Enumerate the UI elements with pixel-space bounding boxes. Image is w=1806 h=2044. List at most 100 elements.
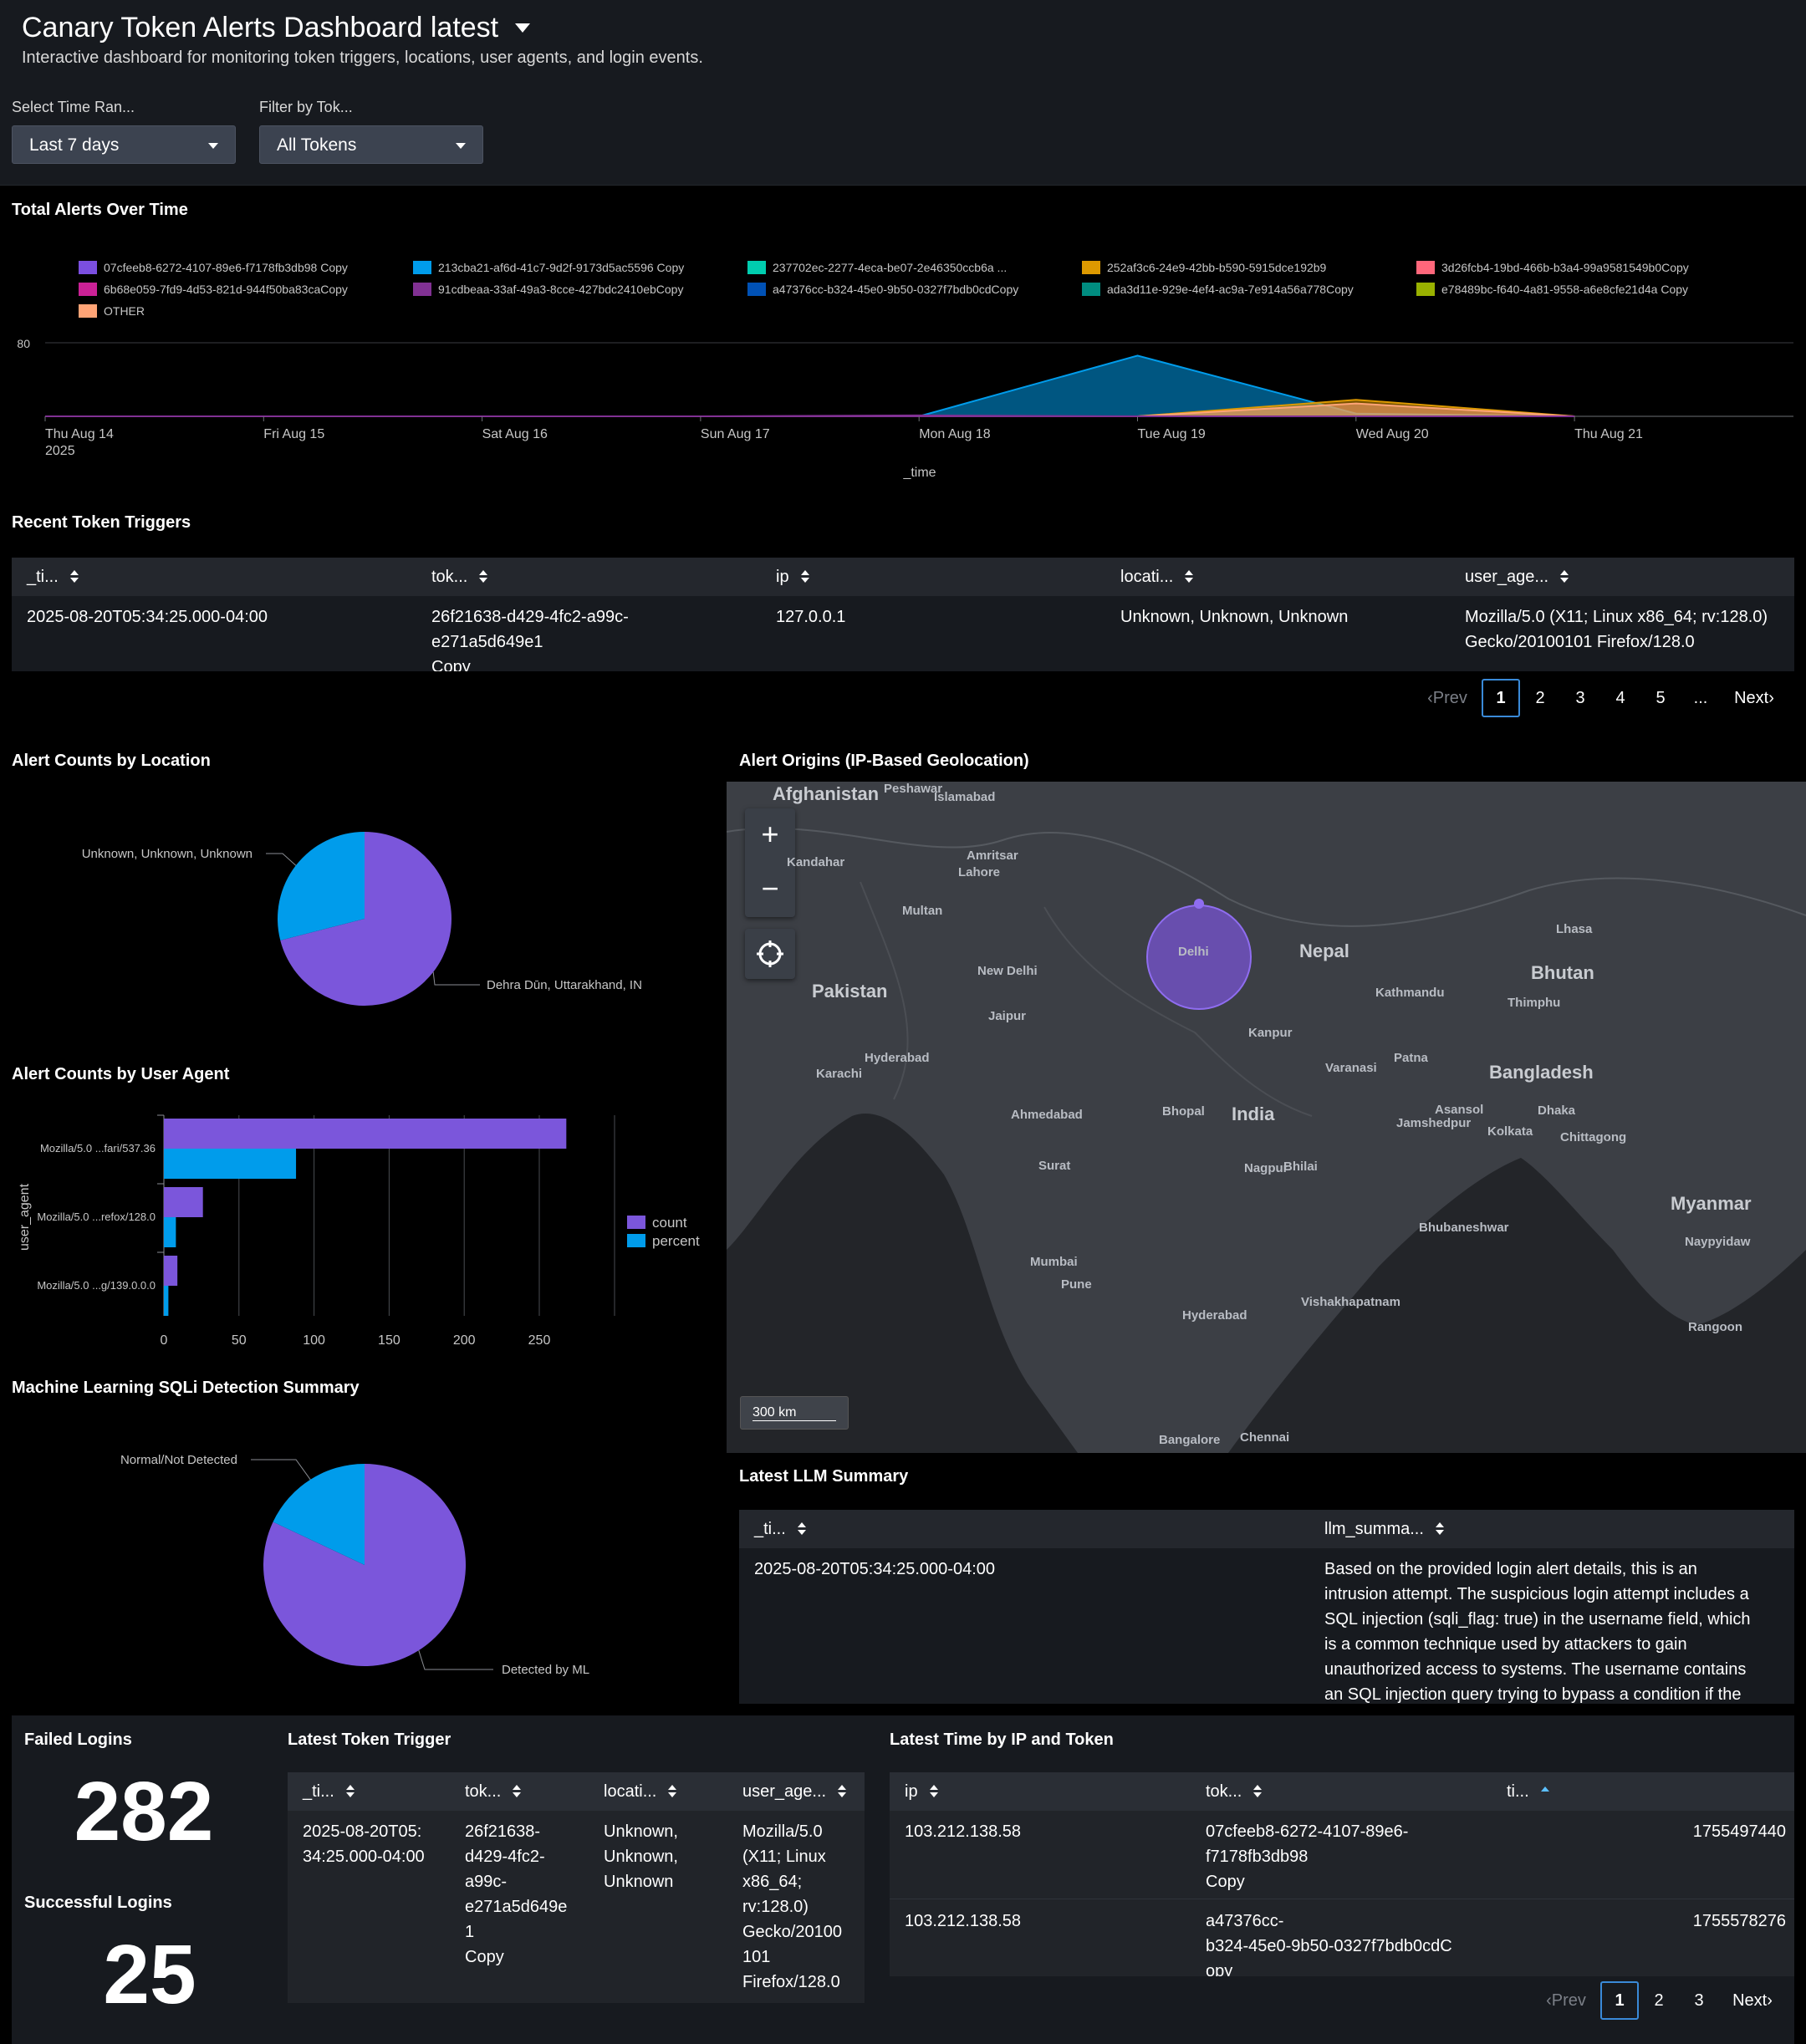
page-button-2[interactable]: 2: [1639, 1991, 1679, 2011]
map-label: Bhopal: [1162, 1104, 1205, 1119]
sort-icon[interactable]: [668, 1785, 677, 1798]
x-tick-label: Sun Aug 17: [701, 427, 770, 441]
sort-icon[interactable]: [479, 570, 488, 584]
table-row[interactable]: 103.212.138.58 07cfeeb8-6272-4107-89e6- f…: [890, 1811, 1794, 1899]
column-header-user-agent[interactable]: user_age...: [1465, 568, 1569, 587]
page-button-1[interactable]: 1: [1482, 679, 1520, 717]
sort-icon[interactable]: [69, 570, 79, 584]
table-row[interactable]: 103.212.138.58 a47376cc-b324-45e0-9b50-0…: [890, 1900, 1794, 1976]
time-range-dropdown[interactable]: Last 7 days: [12, 125, 236, 164]
map-label: Nagpur: [1244, 1161, 1288, 1175]
pie-leader-line: [432, 971, 480, 986]
legend-label: ada3d11e-929e-4ef4-ac9a-7e914a56a778Copy: [1107, 283, 1354, 296]
table-row[interactable]: 2025-08-20T05:34:25.000-04:00 26f21638-d…: [12, 596, 1794, 671]
cell-line: (X11; Linux: [742, 1848, 826, 1866]
sort-ascending-icon[interactable]: [1540, 1787, 1549, 1793]
column-header-time[interactable]: _ti...: [754, 1520, 806, 1539]
column-header-token[interactable]: tok...: [1206, 1782, 1263, 1802]
column-header-ip[interactable]: ip: [776, 568, 809, 587]
legend-item[interactable]: e78489bc-f640-4a81-9558-a6e8cfe21d4a Cop…: [1416, 283, 1688, 296]
legend-item[interactable]: ada3d11e-929e-4ef4-ac9a-7e914a56a778Copy: [1082, 283, 1354, 296]
locate-button[interactable]: [745, 929, 795, 979]
page-button-4[interactable]: 4: [1600, 689, 1640, 708]
ua-bar-chart[interactable]: 0 50 100 150 200 250 Mozilla/5.0 ...fari/537.3…: [0, 1095, 719, 1363]
page-button-3[interactable]: 3: [1560, 689, 1600, 708]
next-page-button[interactable]: Next›: [1721, 689, 1788, 708]
sort-icon[interactable]: [1185, 570, 1194, 584]
page-button-5[interactable]: 5: [1640, 689, 1681, 708]
column-header-time[interactable]: _ti...: [303, 1782, 355, 1802]
map-label: Amritsar: [967, 849, 1018, 863]
sort-icon[interactable]: [929, 1785, 938, 1798]
column-header-location[interactable]: locati...: [1120, 568, 1194, 587]
column-header-time[interactable]: _ti...: [27, 568, 79, 587]
sort-icon[interactable]: [1560, 570, 1569, 584]
column-header-token[interactable]: tok...: [431, 568, 488, 587]
legend-label: 213cba21-af6d-41c7-9d2f-9173d5ac5596 Cop…: [438, 261, 685, 274]
sort-icon[interactable]: [1435, 1522, 1444, 1536]
legend-label: 91cdbeaa-33af-49a3-8cce-427bdc2410ebCopy: [438, 283, 684, 296]
legend-item[interactable]: OTHER: [79, 304, 145, 318]
cell-line: 34:25.000-04:00: [303, 1848, 425, 1866]
bar-count: [164, 1187, 203, 1217]
map-label: Chennai: [1240, 1430, 1290, 1445]
legend-item[interactable]: 3d26fcb4-19bd-466b-b3a4-99a9581549b0Copy: [1416, 261, 1689, 274]
llm-table-header: _ti... llm_summa...: [739, 1510, 1794, 1548]
column-header-ip[interactable]: ip: [905, 1782, 938, 1802]
token-filter-dropdown[interactable]: All Tokens: [259, 125, 483, 164]
legend-item[interactable]: 07cfeeb8-6272-4107-89e6-f7178fb3db98 Cop…: [79, 261, 348, 274]
sort-icon[interactable]: [345, 1785, 355, 1798]
sort-icon[interactable]: [1253, 1785, 1263, 1798]
legend-label: e78489bc-f640-4a81-9558-a6e8cfe21d4a Cop…: [1441, 283, 1689, 296]
cell-line: rv:128.0): [742, 1898, 809, 1916]
legend-swatch: [79, 283, 97, 296]
column-header-token[interactable]: tok...: [465, 1782, 522, 1802]
dashboard-title[interactable]: Canary Token Alerts Dashboard latest: [22, 12, 531, 44]
zoom-out-icon[interactable]: −: [745, 863, 795, 917]
time-range-label: Select Time Ran...: [12, 99, 135, 115]
legend-item[interactable]: 6b68e059-7fd9-4d53-821d-944f50ba83caCopy: [79, 283, 348, 296]
table-row[interactable]: 2025-08-20T05:34:25.000-04:00 26f21638-d…: [288, 1811, 865, 2003]
ml-pie-chart[interactable]: Detected by ML Normal/Not Detected: [0, 1413, 719, 1689]
column-header-llm-summary[interactable]: llm_summa...: [1324, 1520, 1444, 1539]
prev-page-button[interactable]: ‹Prev: [1421, 689, 1473, 708]
x-axis-title: _time: [902, 466, 936, 480]
failed-logins-value: 282: [74, 1765, 214, 1858]
sort-icon[interactable]: [838, 1785, 847, 1798]
column-header-user-agent[interactable]: user_age...: [742, 1782, 847, 1802]
map-label: New Delhi: [977, 964, 1038, 978]
column-header-location[interactable]: locati...: [604, 1782, 677, 1802]
page-button-1[interactable]: 1: [1600, 1981, 1639, 2020]
cell-ip: 127.0.0.1: [776, 608, 846, 626]
pie-leader-line: [418, 1650, 493, 1670]
legend-item[interactable]: 237702ec-2277-4eca-be07-2e46350ccb6a ...: [747, 261, 1007, 274]
chevron-down-icon[interactable]: [515, 23, 531, 33]
cell-time: 1755578276: [1692, 1912, 1786, 1930]
geo-map[interactable]: + − Afghanistan Peshawar Islamabad Kandahar…: [727, 782, 1806, 1453]
prev-page-button[interactable]: ‹Prev: [1540, 1991, 1592, 2011]
chevron-down-icon: [208, 143, 218, 149]
dashboard-title-text: Canary Token Alerts Dashboard latest: [22, 12, 499, 43]
map-label: Myanmar: [1671, 1193, 1752, 1214]
legend-item[interactable]: 252af3c6-24e9-42bb-b590-5915dce192b9: [1082, 261, 1326, 274]
sort-icon[interactable]: [800, 570, 809, 584]
location-pie-chart[interactable]: Dehra Dūn, Uttarakhand, IN Unknown, Unkno…: [0, 782, 719, 1032]
map-label: Dhaka: [1538, 1104, 1576, 1118]
legend-item[interactable]: 91cdbeaa-33af-49a3-8cce-427bdc2410ebCopy: [413, 283, 683, 296]
table-row[interactable]: 2025-08-20T05:34:25.000-04:00 Based on t…: [739, 1548, 1794, 1704]
legend-item[interactable]: a47376cc-b324-45e0-9b50-0327f7bdb0cdCopy: [747, 283, 1018, 296]
column-header-time[interactable]: ti...: [1507, 1782, 1549, 1802]
alerts-area-chart[interactable]: 80 Thu Aug 14 Fri Aug 15 Sat Aug 16 Sun Aug …: [0, 326, 1806, 493]
map-label: Mumbai: [1030, 1255, 1078, 1269]
map-label: Multan: [902, 904, 943, 918]
map-label: Patna: [1394, 1051, 1428, 1065]
sort-icon[interactable]: [513, 1785, 522, 1798]
page-button-3[interactable]: 3: [1679, 1991, 1719, 2011]
sort-icon[interactable]: [797, 1522, 806, 1536]
latest-time-title: Latest Time by IP and Token: [890, 1731, 1114, 1749]
page-button-2[interactable]: 2: [1520, 689, 1560, 708]
pie-label: Dehra Dūn, Uttarakhand, IN: [487, 978, 642, 992]
legend-item[interactable]: 213cba21-af6d-41c7-9d2f-9173d5ac5596 Cop…: [413, 261, 684, 274]
next-page-button[interactable]: Next›: [1719, 1991, 1786, 2011]
bar-percent: [164, 1149, 297, 1179]
